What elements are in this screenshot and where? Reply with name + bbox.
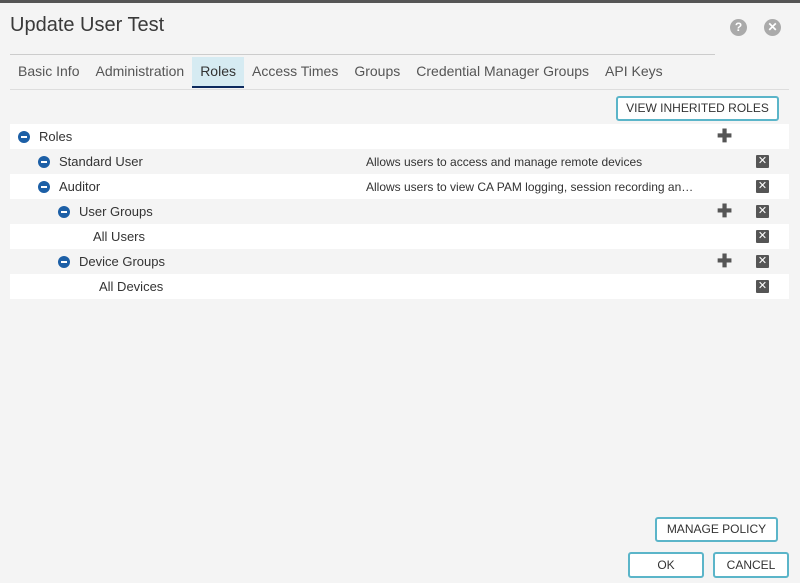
tab-access-times[interactable]: Access Times (244, 57, 346, 88)
remove-icon[interactable]: ✕ (756, 180, 769, 193)
divider (10, 54, 715, 55)
view-inherited-roles-button[interactable]: VIEW INHERITED ROLES (616, 96, 779, 121)
tree-row-auditor[interactable]: Auditor Allows users to view CA PAM loggi… (10, 174, 789, 199)
row-description: Allows users to access and manage remote… (366, 154, 643, 169)
tree-row-device-groups[interactable]: Device Groups ✚ ✕ (10, 249, 789, 274)
row-description: Allows users to view CA PAM logging, ses… (366, 179, 694, 194)
roles-tree: Roles ✚ Standard User Allows users to acce… (10, 124, 789, 299)
remove-icon[interactable]: ✕ (756, 280, 769, 293)
collapse-icon[interactable] (18, 130, 30, 143)
tree-row-standard-user[interactable]: Standard User Allows users to access and … (10, 149, 789, 174)
cancel-button[interactable]: CANCEL (713, 552, 789, 578)
collapse-icon[interactable] (38, 155, 50, 168)
tab-basic-info[interactable]: Basic Info (10, 57, 87, 88)
tab-administration[interactable]: Administration (87, 57, 192, 88)
tab-roles[interactable]: Roles (192, 57, 244, 88)
remove-icon[interactable]: ✕ (756, 255, 769, 268)
tab-groups[interactable]: Groups (346, 57, 408, 88)
tree-row-all-devices[interactable]: All Devices ✕ (10, 274, 789, 299)
ok-button[interactable]: OK (628, 552, 704, 578)
remove-icon[interactable]: ✕ (756, 205, 769, 218)
tab-credential-manager-groups[interactable]: Credential Manager Groups (408, 57, 597, 88)
row-label: Device Groups (79, 254, 165, 269)
add-icon[interactable]: ✚ (717, 249, 732, 274)
tab-api-keys[interactable]: API Keys (597, 57, 671, 88)
row-label: Auditor (59, 179, 101, 194)
tab-divider (10, 89, 789, 90)
help-icon[interactable]: ? (730, 19, 747, 36)
tab-bar: Basic Info Administration Roles Access T… (10, 57, 671, 88)
row-label: All Users (93, 229, 146, 244)
row-label: User Groups (79, 204, 153, 219)
collapse-icon[interactable] (58, 205, 70, 218)
row-label: Roles (39, 129, 73, 144)
dialog-title: Update User Test (10, 14, 165, 36)
collapse-icon[interactable] (38, 180, 50, 193)
row-label: Standard User (59, 154, 143, 169)
remove-icon[interactable]: ✕ (756, 230, 769, 243)
window-top-border (0, 0, 800, 3)
tree-row-roles[interactable]: Roles ✚ (10, 124, 789, 149)
tree-row-all-users[interactable]: All Users ✕ (10, 224, 789, 249)
remove-icon[interactable]: ✕ (756, 155, 769, 168)
collapse-icon[interactable] (58, 255, 70, 268)
tree-row-user-groups[interactable]: User Groups ✚ ✕ (10, 199, 789, 224)
add-icon[interactable]: ✚ (717, 124, 732, 149)
manage-policy-button[interactable]: MANAGE POLICY (655, 517, 778, 542)
add-icon[interactable]: ✚ (717, 199, 732, 224)
row-label: All Devices (99, 279, 164, 294)
close-icon[interactable]: ✕ (764, 19, 781, 36)
